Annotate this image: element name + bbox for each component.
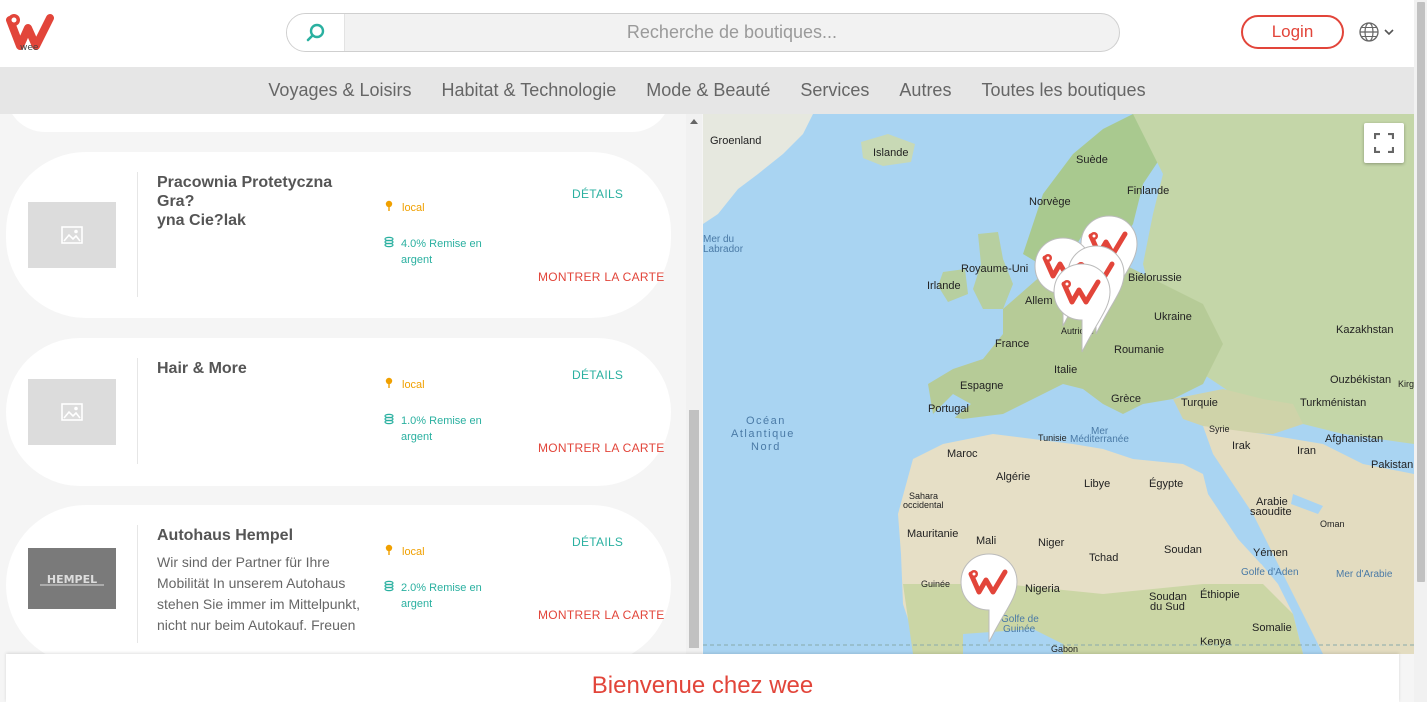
shop-list: Pracownia Protetyczna Gra? yna Cie?lak l…	[0, 114, 686, 654]
cashback-label: 2.0% Remise en argent	[401, 580, 496, 612]
nav-item-habitat[interactable]: Habitat & Technologie	[442, 80, 617, 101]
scrollbar-thumb[interactable]	[689, 410, 699, 648]
page-scrollbar-thumb[interactable]	[1417, 2, 1425, 582]
nav-item-autres[interactable]: Autres	[899, 80, 951, 101]
search-button[interactable]	[287, 14, 345, 51]
details-link[interactable]: DÉTAILS	[572, 187, 623, 201]
language-selector[interactable]	[1358, 21, 1398, 43]
nav-item-voyages[interactable]: Voyages & Loisirs	[268, 80, 411, 101]
logo-text: wee	[20, 43, 39, 53]
shop-logo: HEMPEL	[28, 548, 116, 609]
cashback-line2: argent	[401, 431, 433, 443]
welcome-banner: Bienvenue chez wee	[6, 654, 1399, 702]
page-scrollbar[interactable]	[1414, 0, 1427, 702]
scroll-up-arrow-icon[interactable]	[690, 119, 698, 124]
image-icon	[61, 226, 83, 244]
shop-map[interactable]: Groenland Islande Suède Finlande Norvège…	[703, 114, 1414, 654]
shop-description: Wir sind der Partner für Ihre Mobilität …	[157, 552, 372, 636]
shop-card[interactable]: HEMPEL Autohaus Hempel Wir sind der Part…	[6, 505, 671, 654]
cashback-line2: argent	[401, 598, 433, 610]
shop-card[interactable]: Hair & More local 1.0% Remise en argent …	[6, 338, 671, 486]
details-link[interactable]: DÉTAILS	[572, 368, 623, 382]
coins-icon	[384, 413, 394, 425]
location-pin-icon	[385, 377, 393, 388]
coins-icon	[384, 236, 394, 248]
cashback-line1: 1.0% Remise en	[401, 415, 482, 427]
location-pin-icon	[385, 544, 393, 555]
map-marker[interactable]	[1054, 264, 1110, 352]
shop-name[interactable]: Hair & More	[157, 359, 372, 378]
search-input[interactable]	[345, 14, 1119, 51]
show-map-link[interactable]: MONTRER LA CARTE	[538, 270, 665, 284]
map-markers[interactable]	[703, 114, 1414, 654]
map-marker[interactable]	[961, 554, 1017, 642]
description-line: Wir sind der Partner für Ihre	[157, 554, 330, 570]
card-divider	[137, 525, 138, 643]
category-nav: Voyages & Loisirs Habitat & Technologie …	[0, 67, 1414, 114]
header: wee Login	[0, 0, 1414, 67]
location-pin-icon	[385, 200, 393, 211]
nav-item-mode[interactable]: Mode & Beauté	[646, 80, 770, 101]
cashback-line1: 2.0% Remise en	[401, 582, 482, 594]
cashback-line1: 4.0% Remise en	[401, 238, 482, 250]
shop-image-placeholder	[28, 379, 116, 445]
hempel-logo: HEMPEL	[40, 573, 104, 586]
location-label: local	[402, 202, 425, 214]
details-link[interactable]: DÉTAILS	[572, 535, 623, 549]
nav-item-services[interactable]: Services	[800, 80, 869, 101]
coins-icon	[384, 580, 394, 592]
chevron-down-icon	[1384, 29, 1394, 36]
shop-name[interactable]: Pracownia Protetyczna Gra? yna Cie?lak	[157, 173, 372, 230]
cashback-label: 4.0% Remise en argent	[401, 236, 496, 268]
shop-name-line2: yna Cie?lak	[157, 212, 246, 229]
description-line: stehen Sie immer im Mittelpunkt,	[157, 596, 361, 612]
nav-item-all-shops[interactable]: Toutes les boutiques	[981, 80, 1145, 101]
shop-image-placeholder	[28, 202, 116, 268]
shop-name[interactable]: Autohaus Hempel	[157, 526, 372, 545]
globe-icon	[1359, 22, 1379, 42]
location-label: local	[402, 379, 425, 391]
show-map-link[interactable]: MONTRER LA CARTE	[538, 441, 665, 455]
fullscreen-icon	[1374, 133, 1394, 153]
card-divider	[137, 358, 138, 464]
map-fullscreen-button[interactable]	[1364, 123, 1404, 163]
shop-card[interactable]: Pracownia Protetyczna Gra? yna Cie?lak l…	[6, 152, 671, 318]
search-bar	[286, 13, 1120, 52]
cashback-label: 1.0% Remise en argent	[401, 413, 496, 445]
cashback-line2: argent	[401, 254, 433, 266]
search-icon	[306, 23, 324, 41]
show-map-link[interactable]: MONTRER LA CARTE	[538, 608, 665, 622]
image-icon	[61, 403, 83, 421]
location-label: local	[402, 546, 425, 558]
list-scrollbar[interactable]	[686, 114, 702, 654]
description-line: Mobilität In unserem Autohaus	[157, 575, 346, 591]
description-line: nicht nur beim Autokauf. Freuen	[157, 617, 356, 633]
shop-name-line1: Pracownia Protetyczna Gra?	[157, 174, 333, 210]
welcome-text: Bienvenue chez wee	[591, 672, 814, 699]
card-divider	[137, 172, 138, 297]
svg-text:HEMPEL: HEMPEL	[47, 573, 97, 586]
shop-card-partial	[6, 114, 671, 132]
login-button[interactable]: Login	[1241, 15, 1344, 49]
